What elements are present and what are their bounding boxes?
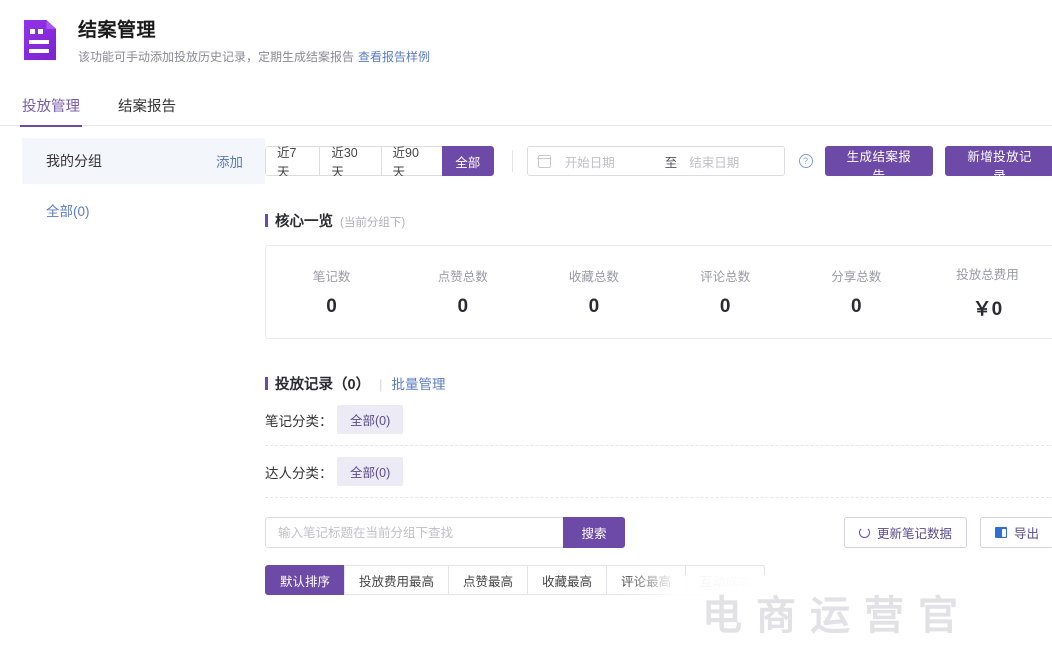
batch-manage-link[interactable]: 批量管理 xyxy=(391,373,445,393)
preset-last-7-days[interactable]: 近7天 xyxy=(265,146,320,176)
note-category-chip-all[interactable]: 全部(0) xyxy=(337,405,404,434)
page-title: 结案管理 xyxy=(78,20,157,41)
date-range-separator: 至 xyxy=(664,155,678,170)
creator-category-label: 达人分类： xyxy=(265,465,333,481)
stat-label: 收藏总数 xyxy=(568,270,619,284)
stat-shares-total: 分享总数 0 xyxy=(791,266,922,318)
main-tabs: 投放管理 结案报告 xyxy=(0,88,1052,127)
records-title: 投放记录（0） xyxy=(275,377,371,393)
sort-default[interactable]: 默认排序 xyxy=(265,565,345,595)
refresh-note-data-button[interactable]: 更新笔记数据 xyxy=(843,517,967,548)
document-icon xyxy=(20,20,60,64)
section-marker xyxy=(265,214,268,227)
sort-most-likes[interactable]: 点赞最高 xyxy=(448,565,528,595)
export-label: 导出 xyxy=(1013,527,1039,541)
note-category-row: 笔记分类： 全部(0) xyxy=(265,394,1052,446)
stat-note-count: 笔记数 0 xyxy=(266,266,397,318)
date-range-presets: 近7天 近30天 近90天 全部 xyxy=(265,146,494,176)
search-row: 搜索 更新笔记数据 导出 xyxy=(265,517,1052,548)
records-separator: | xyxy=(379,377,383,392)
preset-all[interactable]: 全部 xyxy=(441,146,494,176)
overview-title: 核心一览 xyxy=(275,214,333,230)
stat-value: 0 xyxy=(588,296,600,317)
search-button[interactable]: 搜索 xyxy=(563,517,625,548)
generate-report-button[interactable]: 生成结案报告 xyxy=(824,146,934,183)
stat-value: 0 xyxy=(719,296,731,317)
stat-value: 0 xyxy=(850,296,862,317)
overview-section-header: 核心一览 (当前分组下) xyxy=(265,210,1052,231)
page-header: 结案管理 该功能可手动添加投放历史记录，定期生成结案报告 查看报告样例 xyxy=(0,0,1052,66)
creator-category-chip-all[interactable]: 全部(0) xyxy=(337,457,404,486)
sort-most-favorites[interactable]: 收藏最高 xyxy=(527,565,607,595)
filter-bar: 近7天 近30天 近90天 全部 开始日期 至 结束日期 ? 生成结案报告 新增… xyxy=(265,146,1052,183)
stat-label: 评论总数 xyxy=(700,270,751,284)
page-subtitle: 该功能可手动添加投放历史记录，定期生成结案报告 查看报告样例 xyxy=(78,49,430,66)
stat-label: 分享总数 xyxy=(831,270,882,284)
sort-most-comments[interactable]: 评论最高 xyxy=(606,565,686,595)
sidebar-group-header: 我的分组 添加 xyxy=(22,138,265,184)
tab-closing-report[interactable]: 结案报告 xyxy=(118,88,176,126)
sidebar-add-group-link[interactable]: 添加 xyxy=(216,151,243,171)
preset-last-30-days[interactable]: 近30天 xyxy=(319,146,381,176)
note-category-label: 笔记分类： xyxy=(265,413,333,429)
sort-interaction-cost[interactable]: 互动成本 xyxy=(685,565,766,595)
sidebar: 我的分组 添加 全部(0) xyxy=(0,138,265,595)
section-marker xyxy=(265,377,268,390)
records-section-header: 投放记录（0） | 批量管理 xyxy=(265,373,1052,394)
sidebar-group-title: 我的分组 xyxy=(46,153,102,169)
stat-value: ￥0 xyxy=(972,298,1003,320)
excel-icon xyxy=(994,527,1007,538)
stat-favorites-total: 收藏总数 0 xyxy=(528,266,659,318)
search-input[interactable] xyxy=(265,517,563,548)
view-sample-report-link[interactable]: 查看报告样例 xyxy=(358,50,430,64)
end-date-field[interactable]: 结束日期 xyxy=(689,152,739,171)
stat-value: 0 xyxy=(326,296,337,317)
sidebar-item-all[interactable]: 全部(0) xyxy=(22,184,265,220)
stat-label: 点赞总数 xyxy=(437,270,488,284)
stat-comments-total: 评论总数 0 xyxy=(660,266,791,318)
stat-likes-total: 点赞总数 0 xyxy=(397,266,528,318)
search-box: 搜索 xyxy=(265,517,625,548)
sort-tabs: 默认排序 投放费用最高 点赞最高 收藏最高 评论最高 互动成本 xyxy=(265,565,1052,595)
stat-total-cost: 投放总费用 ￥0 xyxy=(922,264,1052,321)
stat-label: 笔记数 xyxy=(312,270,351,284)
overview-subtitle: (当前分组下) xyxy=(340,217,406,229)
body-wrapper: 我的分组 添加 全部(0) 近7天 近30天 近90天 全部 开始日期 至 结束… xyxy=(0,126,1052,595)
app-page: 结案管理 该功能可手动添加投放历史记录，定期生成结案报告 查看报告样例 投放管理 … xyxy=(0,0,1052,653)
refresh-icon xyxy=(858,527,870,538)
main-content: 近7天 近30天 近90天 全部 开始日期 至 结束日期 ? 生成结案报告 新增… xyxy=(265,138,1052,595)
creator-category-row: 达人分类： 全部(0) xyxy=(265,446,1052,498)
header-text-block: 结案管理 该功能可手动添加投放历史记录，定期生成结案报告 查看报告样例 xyxy=(78,18,430,66)
date-range-picker[interactable]: 开始日期 至 结束日期 xyxy=(526,146,785,176)
calendar-icon xyxy=(537,154,552,168)
refresh-note-data-label: 更新笔记数据 xyxy=(876,527,952,541)
tab-delivery-management[interactable]: 投放管理 xyxy=(20,88,82,127)
page-subtitle-text: 该功能可手动添加投放历史记录，定期生成结案报告 xyxy=(78,50,355,64)
add-delivery-record-button[interactable]: 新增投放记录 xyxy=(945,146,1052,183)
stat-value: 0 xyxy=(457,296,469,317)
question-mark-icon[interactable]: ? xyxy=(798,154,813,168)
start-date-field[interactable]: 开始日期 xyxy=(565,152,653,171)
export-button[interactable]: 导出 xyxy=(979,517,1052,548)
stats-card: 笔记数 0 点赞总数 0 收藏总数 0 评论总数 0 分享总数 0 投放总费用 … xyxy=(265,245,1052,339)
stat-label: 投放总费用 xyxy=(956,267,1019,282)
filter-divider xyxy=(511,150,513,172)
sort-highest-cost[interactable]: 投放费用最高 xyxy=(344,565,449,595)
preset-last-90-days[interactable]: 近90天 xyxy=(380,146,442,176)
